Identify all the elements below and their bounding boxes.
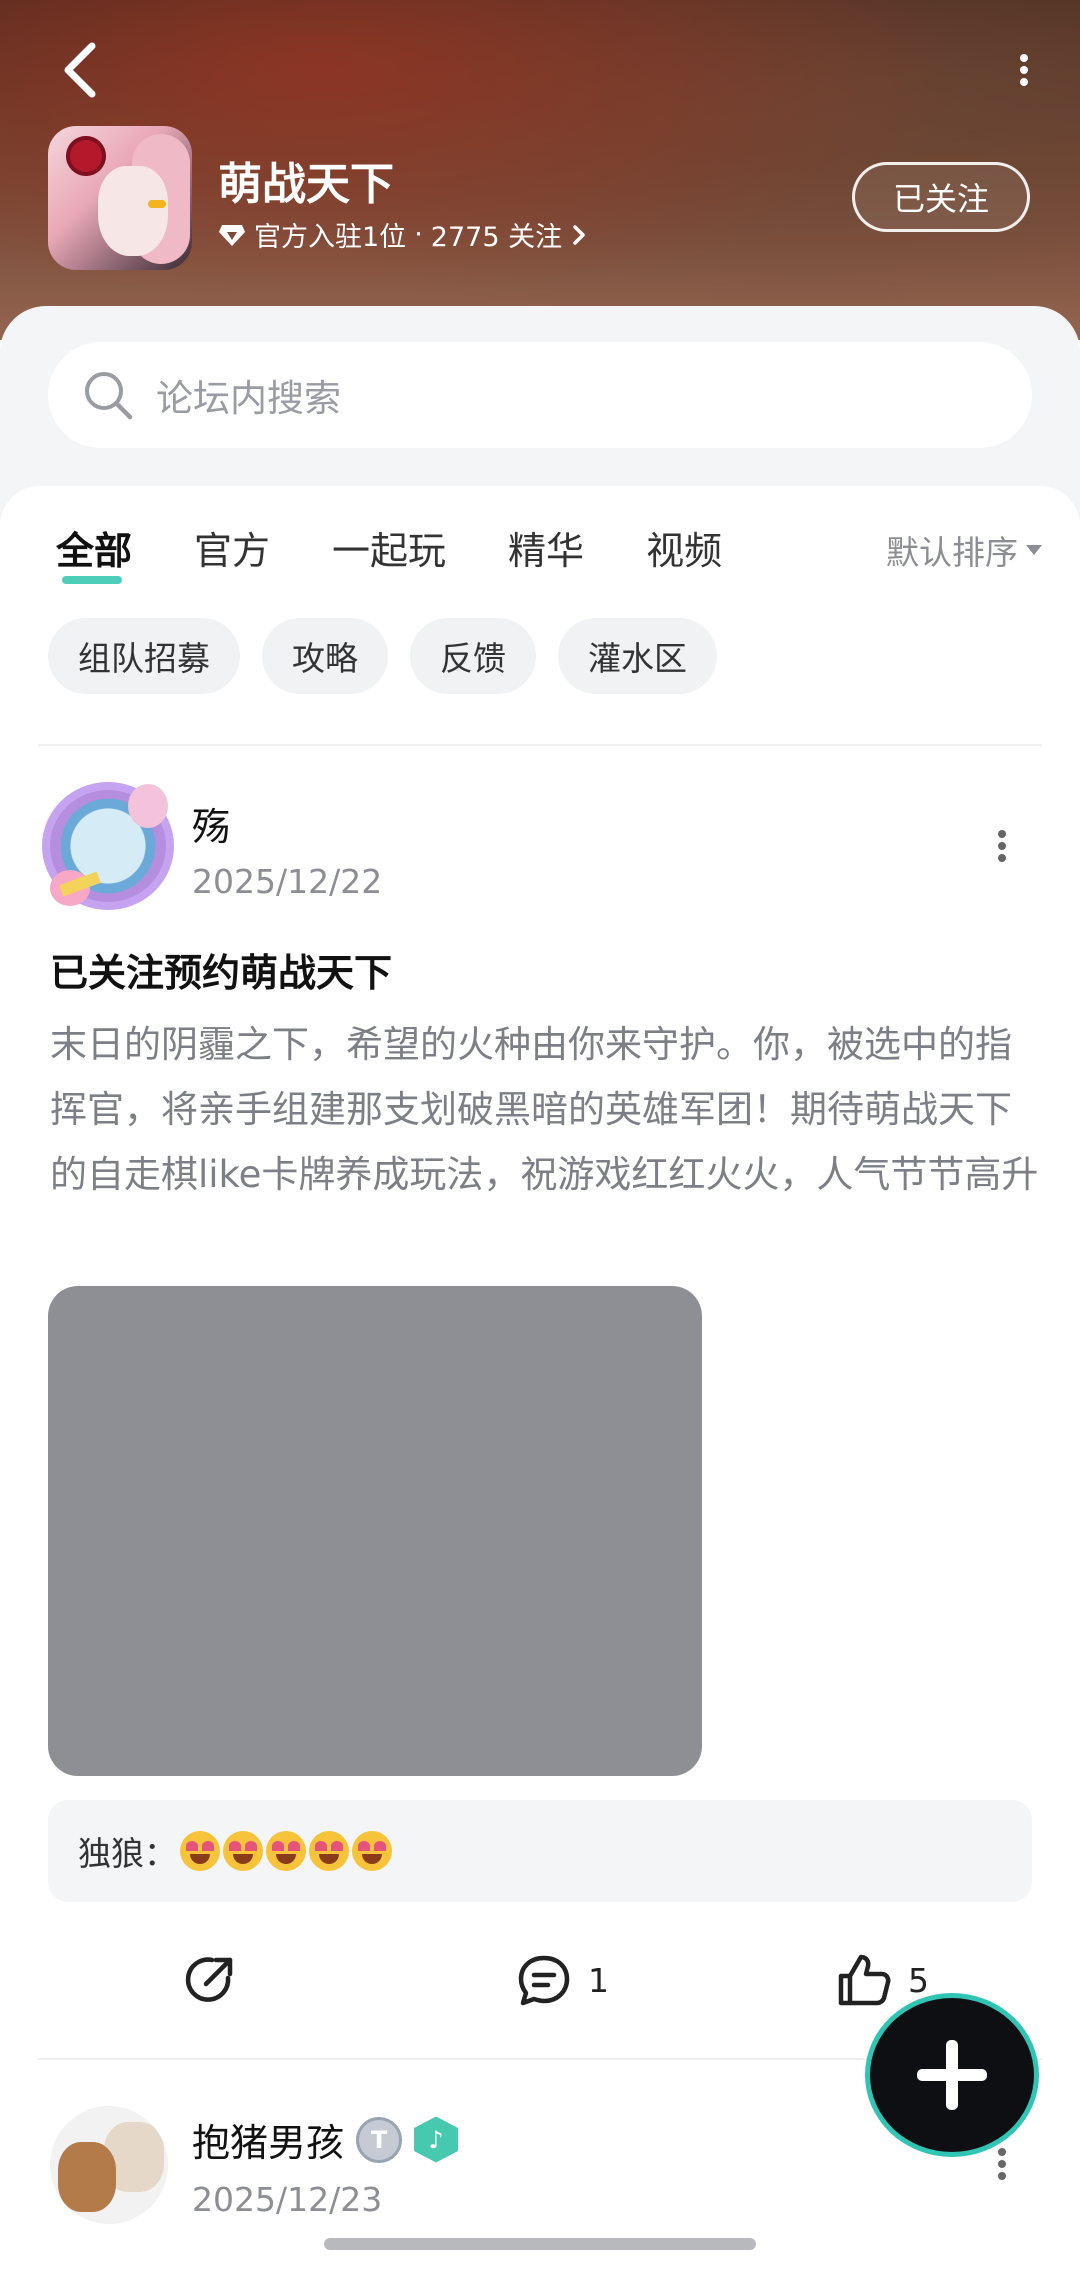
follow-button[interactable]: 已关注	[852, 162, 1030, 232]
dot-icon	[998, 830, 1006, 838]
heart-eyes-emoji-icon	[352, 1831, 392, 1871]
search-placeholder: 论坛内搜索	[156, 377, 341, 420]
topic-chips: 组队招募 攻略 反馈 灌水区	[48, 618, 717, 694]
thumbs-up-icon	[838, 1954, 891, 2006]
heart-eyes-emoji-icon	[266, 1831, 306, 1871]
forum-title: 萌战天下	[218, 159, 394, 210]
post-author-row: 抱猪男孩 T ♪	[192, 2112, 459, 2167]
category-tabs: 全部 官方 一起玩 精华 视频	[56, 520, 784, 584]
sort-label: 默认排序	[886, 533, 1018, 572]
avatar[interactable]	[38, 778, 178, 914]
create-post-button[interactable]	[870, 1998, 1034, 2152]
post-author[interactable]: 抱猪男孩	[192, 2112, 344, 2167]
tab-play-together[interactable]: 一起玩	[332, 520, 446, 580]
search-bar[interactable]: 论坛内搜索	[48, 342, 1032, 448]
sort-dropdown[interactable]: 默认排序	[886, 526, 1042, 574]
dot-icon	[998, 2148, 1006, 2156]
heart-eyes-emoji-icon	[309, 1831, 349, 1871]
chip-feedback[interactable]: 反馈	[410, 618, 536, 694]
divider	[38, 744, 1042, 746]
like-button[interactable]: 5	[836, 1952, 929, 2008]
dot-icon	[998, 854, 1006, 862]
diamond-icon	[219, 224, 245, 246]
share-icon	[185, 1957, 233, 2002]
home-indicator[interactable]	[324, 2238, 756, 2250]
post-author[interactable]: 殇	[192, 796, 230, 851]
commenter-name: 独狼：	[78, 1834, 177, 1873]
tab-featured[interactable]: 精华	[508, 520, 584, 580]
chevron-left-icon	[64, 42, 96, 98]
post-body[interactable]: 末日的阴霾之下，希望的火种由你来守护。你，被选中的指挥官，将亲手组建那支划破黑暗…	[50, 1012, 1040, 1207]
dot-icon	[998, 842, 1006, 850]
post-more-button[interactable]	[995, 826, 1009, 866]
post-date: 2025/12/22	[192, 862, 383, 901]
heart-eyes-emoji-icon	[180, 1831, 220, 1871]
post-more-button[interactable]	[995, 2144, 1009, 2184]
back-button[interactable]	[52, 38, 108, 102]
chip-guides[interactable]: 攻略	[262, 618, 388, 694]
official-count: 官方入驻1位	[254, 222, 407, 253]
share-button[interactable]	[182, 1952, 238, 2008]
tab-video[interactable]: 视频	[646, 520, 722, 580]
caret-down-icon	[1026, 545, 1042, 555]
chip-team-recruit[interactable]: 组队招募	[48, 618, 240, 694]
game-app-icon[interactable]	[48, 126, 192, 270]
comment-count: 1	[588, 1960, 609, 2000]
post-date: 2025/12/23	[192, 2180, 383, 2219]
dot-icon	[998, 2160, 1006, 2168]
music-badge-icon: ♪	[414, 2116, 459, 2163]
chip-chat-area[interactable]: 灌水区	[558, 618, 717, 694]
comment-button[interactable]: 1	[516, 1952, 609, 2008]
avatar[interactable]	[50, 2106, 168, 2224]
comment-preview[interactable]: 独狼：	[48, 1800, 1032, 1902]
comment-icon	[518, 1955, 570, 2006]
more-options-button[interactable]	[1012, 50, 1036, 96]
tab-all[interactable]: 全部	[56, 520, 132, 584]
search-icon	[85, 372, 133, 420]
plus-icon	[917, 2040, 987, 2110]
post-title[interactable]: 已关注预约萌战天下	[50, 942, 392, 997]
tab-official[interactable]: 官方	[194, 520, 270, 580]
dot-icon	[1020, 66, 1028, 74]
level-badge-icon: T	[356, 2116, 403, 2163]
dot-icon	[1020, 54, 1028, 62]
like-count: 5	[908, 1960, 929, 2000]
post-image[interactable]	[48, 1286, 702, 1776]
chevron-right-icon	[573, 224, 585, 245]
forum-meta-link[interactable]: 官方入驻1位 · 2775 关注	[218, 215, 588, 254]
dot-icon	[998, 2172, 1006, 2180]
meta-separator: ·	[414, 219, 423, 250]
heart-eyes-emoji-icon	[223, 1831, 263, 1871]
follower-count: 2775 关注	[430, 222, 563, 253]
dot-icon	[1020, 78, 1028, 86]
